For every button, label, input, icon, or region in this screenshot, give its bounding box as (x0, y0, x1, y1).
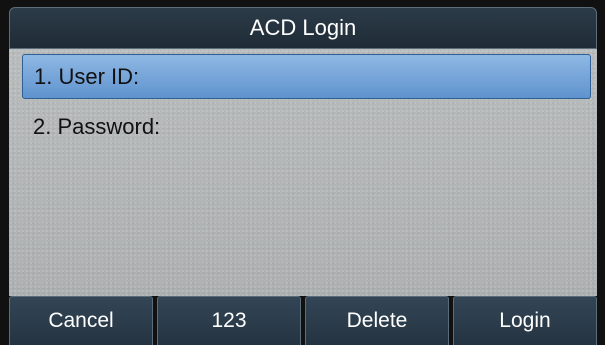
cancel-softkey-label: Cancel (48, 309, 114, 332)
cancel-softkey[interactable]: Cancel (9, 296, 153, 345)
login-softkey-label: Login (499, 309, 551, 332)
user-id-field[interactable]: 1. User ID: (22, 54, 591, 99)
login-softkey[interactable]: Login (453, 296, 597, 345)
delete-softkey[interactable]: Delete (305, 296, 449, 345)
screen-title-bar: ACD Login (9, 7, 597, 49)
phone-screen: ACD Login 1. User ID: 2. Password: Cance… (0, 0, 605, 345)
softkey-bar: Cancel 123 Delete Login (9, 296, 597, 345)
input-mode-softkey[interactable]: 123 (157, 296, 301, 345)
login-form-area: 1. User ID: 2. Password: (9, 49, 597, 296)
delete-softkey-label: Delete (346, 309, 408, 332)
screen-title: ACD Login (249, 15, 357, 40)
user-id-label: 1. User ID: (34, 63, 140, 89)
input-mode-softkey-label: 123 (211, 309, 247, 332)
password-field[interactable]: 2. Password: (22, 104, 591, 149)
password-label: 2. Password: (33, 113, 161, 139)
